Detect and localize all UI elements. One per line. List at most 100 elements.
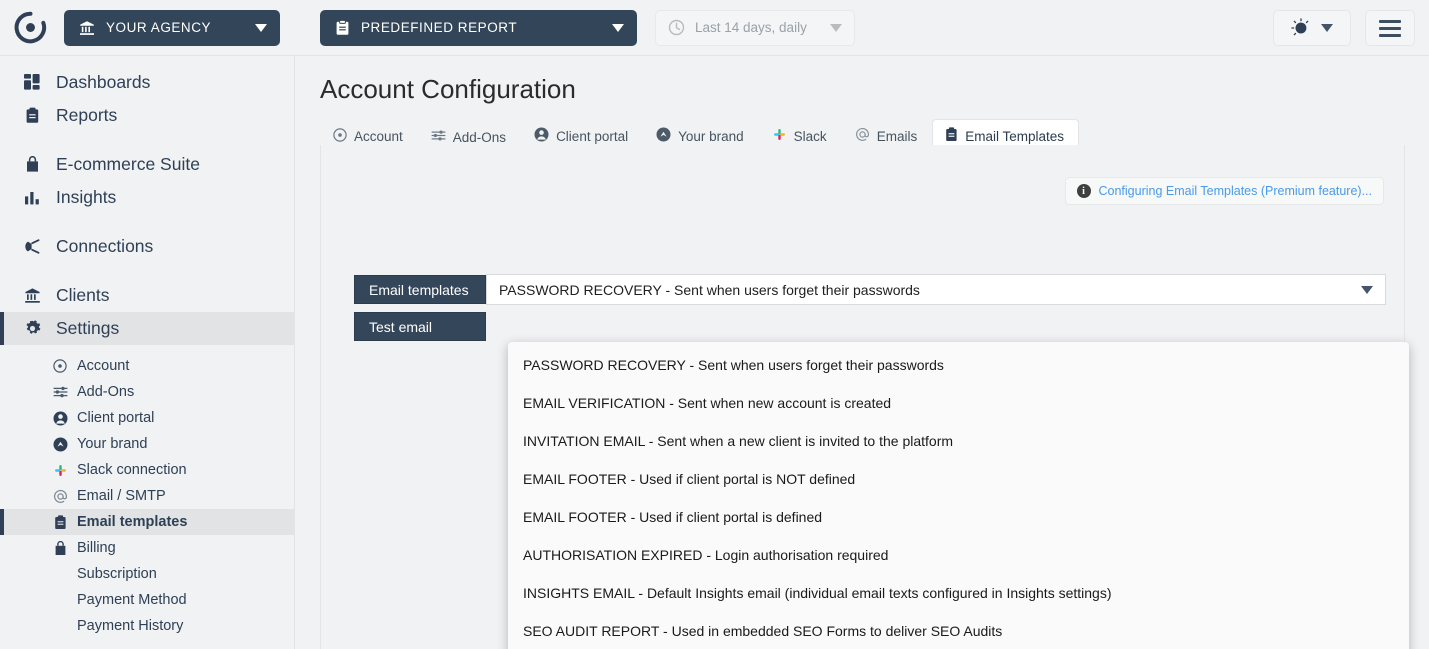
sidebar-subitem-label: Email templates — [77, 514, 188, 530]
sidebar-item-settings[interactable]: Settings — [0, 312, 294, 345]
email-template-select[interactable]: PASSWORD RECOVERY - Sent when users forg… — [486, 274, 1386, 305]
sidebar-subitem-label: Add-Ons — [77, 384, 135, 400]
sidebar-item-reports[interactable]: Reports — [0, 99, 294, 132]
bank-icon — [80, 20, 94, 35]
sidebar-subitem-label: Billing — [77, 540, 116, 556]
sidebar-item-label: Clients — [56, 285, 110, 305]
theme-contrast-icon — [1291, 18, 1309, 36]
plug-icon — [22, 238, 42, 255]
dropdown-option[interactable]: AUTHORISATION EXPIRED - Login authorisat… — [508, 536, 1409, 574]
sidebar-item-label: Dashboards — [56, 72, 151, 92]
tab-label: Slack — [793, 128, 827, 144]
dropdown-option[interactable]: PASSWORD RECOVERY - Sent when users forg… — [508, 346, 1409, 384]
sidebar-item-connections[interactable]: Connections — [0, 230, 294, 263]
email-template-selected-value: PASSWORD RECOVERY - Sent when users forg… — [499, 281, 920, 298]
chevron-down-icon — [1361, 285, 1373, 294]
sidebar-subitem-label: Payment History — [77, 618, 184, 634]
sidebar-subitem-payment-method[interactable]: Payment Method — [0, 587, 294, 613]
sidebar-divider — [0, 214, 294, 230]
email-templates-panel: i Configuring Email Templates (Premium f… — [320, 145, 1409, 649]
tab-label: Emails — [876, 128, 918, 144]
sidebar-item-ecommerce-suite[interactable]: E-commerce Suite — [0, 148, 294, 181]
user-circle-icon — [534, 127, 549, 145]
sidebar-subitem-label: Account — [77, 358, 130, 374]
chevron-down-icon — [1321, 24, 1333, 32]
tab-label: Account — [354, 129, 403, 144]
at-sign-icon — [855, 127, 870, 145]
chevron-down-icon — [830, 23, 842, 32]
sidebar-item-label: Reports — [56, 105, 118, 125]
sidebar-subitem-billing[interactable]: Billing — [0, 535, 294, 561]
clipboard-icon — [945, 127, 958, 145]
main-menu-button[interactable] — [1365, 10, 1415, 46]
sidebar-item-label: E-commerce Suite — [56, 154, 200, 174]
sidebar-item-label: Settings — [56, 318, 120, 338]
bank-icon — [22, 287, 42, 304]
agency-selector[interactable]: YOUR AGENCY — [64, 9, 280, 46]
clipboard-icon — [52, 514, 68, 530]
date-range-selector[interactable]: Last 14 days, daily — [655, 9, 855, 46]
sidebar-subitem-label: Email / SMTP — [77, 488, 166, 504]
hamburger-icon — [1379, 19, 1401, 37]
theme-toggle-button[interactable] — [1273, 10, 1351, 46]
sidebar-subitem-payment-history[interactable]: Payment History — [0, 613, 294, 639]
app-logo[interactable] — [0, 0, 60, 56]
brand-arrow-icon — [52, 437, 68, 452]
tab-label: Your brand — [678, 128, 744, 144]
target-circle-icon — [333, 128, 347, 145]
premium-feature-link[interactable]: i Configuring Email Templates (Premium f… — [1064, 177, 1384, 205]
sidebar-item-dashboards[interactable]: Dashboards — [0, 66, 294, 99]
bag-icon — [52, 540, 68, 556]
date-range-label: Last 14 days, daily — [695, 20, 807, 35]
topbar: YOUR AGENCY PREDEFINED REPORT Last 14 da… — [0, 0, 1429, 56]
dropdown-option[interactable]: EMAIL VERIFICATION - Sent when new accou… — [508, 384, 1409, 422]
sidebar-divider — [0, 132, 294, 148]
test-email-row: Test email — [354, 312, 486, 341]
test-email-tag: Test email — [354, 312, 486, 341]
gear-icon — [22, 320, 42, 337]
agency-selector-label: YOUR AGENCY — [106, 20, 212, 35]
dropdown-option[interactable]: INSIGHTS EMAIL - Default Insights email … — [508, 574, 1409, 612]
brand-arrow-icon — [656, 127, 671, 145]
sidebar-subitem-subscription[interactable]: Subscription — [0, 561, 294, 587]
tab-label: Email Templates — [965, 128, 1064, 144]
sliders-icon — [52, 385, 68, 399]
sidebar-subitem-client-portal[interactable]: Client portal — [0, 405, 294, 431]
chevron-down-icon — [255, 23, 267, 32]
bag-icon — [22, 156, 42, 173]
email-templates-tag: Email templates — [354, 275, 486, 304]
dashboard-grid-icon — [22, 74, 42, 91]
sliders-icon — [431, 129, 446, 145]
email-template-row: Email templates PASSWORD RECOVERY - Sent… — [354, 274, 1386, 305]
sidebar-subitem-slack-connection[interactable]: Slack connection — [0, 457, 294, 483]
dropdown-option[interactable]: EMAIL FOOTER - Used if client portal is … — [508, 498, 1409, 536]
email-template-dropdown[interactable]: PASSWORD RECOVERY - Sent when users forg… — [508, 342, 1409, 649]
sidebar-subitem-add-ons[interactable]: Add-Ons — [0, 379, 294, 405]
sidebar-item-insights[interactable]: Insights — [0, 181, 294, 214]
info-icon: i — [1076, 184, 1091, 198]
slack-icon — [52, 463, 68, 478]
dropdown-option[interactable]: SEO AUDIT REPORT - Used in embedded SEO … — [508, 612, 1409, 649]
dropdown-option[interactable]: EMAIL FOOTER - Used if client portal is … — [508, 460, 1409, 498]
tab-label: Client portal — [556, 128, 629, 144]
report-type-selector[interactable]: PREDEFINED REPORT — [320, 9, 637, 46]
bar-chart-icon — [22, 189, 42, 206]
topbar-actions — [1273, 10, 1415, 46]
premium-feature-label: Configuring Email Templates (Premium fea… — [1098, 184, 1373, 198]
sidebar-subitem-label: Subscription — [77, 566, 157, 582]
sidebar-item-label: Insights — [56, 187, 117, 207]
user-circle-icon — [52, 411, 68, 426]
sidebar-item-label: Connections — [56, 236, 154, 256]
sidebar: Dashboards Reports E-commerce Suite Insi… — [0, 56, 295, 649]
tab-label: Add-Ons — [452, 129, 507, 145]
sidebar-item-clients[interactable]: Clients — [0, 279, 294, 312]
sidebar-subitem-label: Client portal — [77, 410, 155, 426]
sidebar-divider — [0, 263, 294, 279]
sidebar-subitem-label: Payment Method — [77, 592, 187, 608]
dropdown-option[interactable]: INVITATION EMAIL - Sent when a new clien… — [508, 422, 1409, 460]
sidebar-subitem-email-smtp[interactable]: Email / SMTP — [0, 483, 294, 509]
sidebar-subitem-email-templates[interactable]: Email templates — [0, 509, 294, 535]
sidebar-subitem-account[interactable]: Account — [0, 353, 294, 379]
sidebar-subitem-your-brand[interactable]: Your brand — [0, 431, 294, 457]
circle-dot-logo-icon — [14, 11, 46, 44]
